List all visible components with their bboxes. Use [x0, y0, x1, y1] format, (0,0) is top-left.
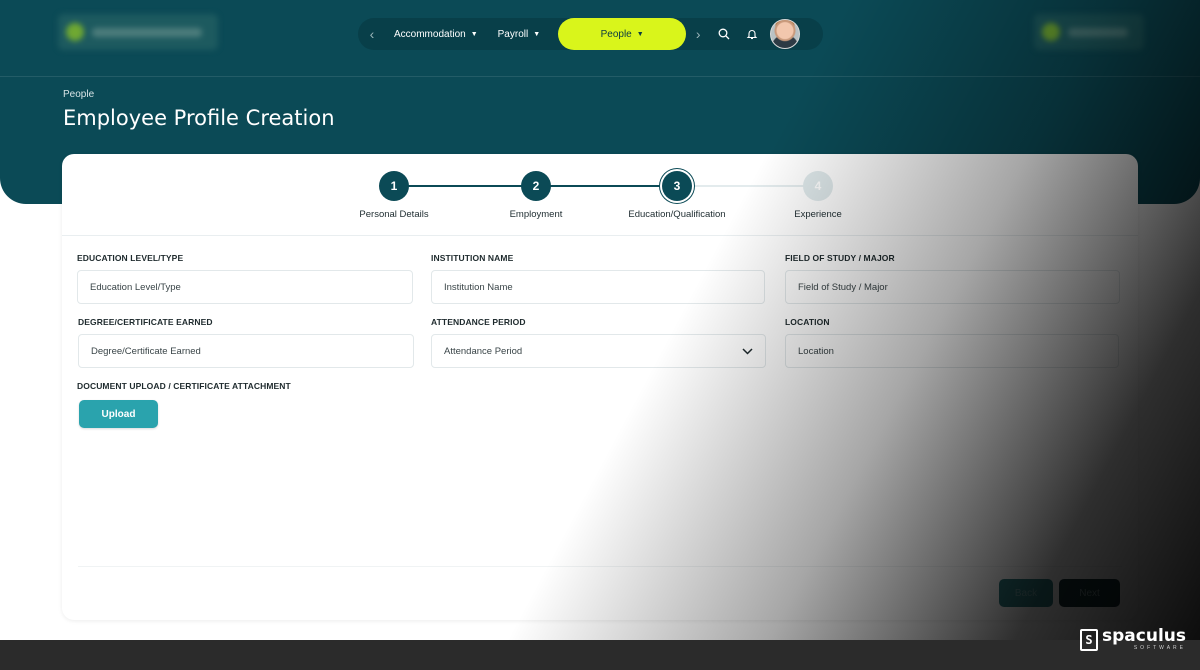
brand-watermark: S spaculus SOFTWARE [1080, 628, 1186, 651]
next-button[interactable]: Next [1059, 579, 1120, 607]
nav-item-accommodation[interactable]: Accommodation ▼ [384, 18, 488, 50]
step-number: 1 [379, 171, 409, 201]
location-group: LOCATION Location [785, 317, 1119, 368]
step-label: Education/Qualification [628, 209, 726, 220]
nav-item-payroll[interactable]: Payroll ▼ [488, 18, 551, 50]
header-divider [0, 76, 1200, 77]
degree-input[interactable]: Degree/Certificate Earned [78, 334, 414, 368]
location-input[interactable]: Location [785, 334, 1119, 368]
chevron-right-icon[interactable]: › [686, 26, 710, 42]
footer-divider [78, 566, 1122, 567]
company-logo-blurred[interactable] [58, 14, 218, 50]
step-experience[interactable]: 4 Experience [748, 154, 888, 220]
chevron-down-icon [742, 347, 753, 355]
institution-input[interactable]: Institution Name [431, 270, 765, 304]
field-label: LOCATION [785, 317, 830, 327]
step-label: Personal Details [359, 209, 429, 220]
stepper: 1 Personal Details 2 Employment 3 Educat… [62, 154, 1138, 236]
field-label: DEGREE/CERTIFICATE EARNED [78, 317, 213, 327]
nav-item-label: Accommodation [394, 28, 466, 40]
field-label: INSTITUTION NAME [431, 253, 514, 263]
institution-group: INSTITUTION NAME Institution Name [431, 253, 765, 304]
brand-subtitle: SOFTWARE [1133, 645, 1186, 651]
step-number: 2 [521, 171, 551, 201]
bell-icon[interactable] [738, 28, 766, 40]
step-label: Experience [794, 209, 842, 220]
caret-down-icon: ▼ [470, 30, 478, 38]
attendance-group: ATTENDANCE PERIOD Attendance Period [431, 317, 766, 368]
nav-item-people[interactable]: People ▼ [558, 18, 687, 50]
field-of-study-input[interactable]: Field of Study / Major [785, 270, 1120, 304]
document-upload-group: DOCUMENT UPLOAD / CERTIFICATE ATTACHMENT [77, 381, 437, 391]
page-title: Employee Profile Creation [63, 106, 335, 130]
chevron-left-icon[interactable]: ‹ [360, 26, 384, 42]
education-level-group: EDUCATION LEVEL/TYPE Education Level/Typ… [77, 253, 413, 304]
client-logo-blurred[interactable] [1034, 14, 1144, 50]
nav-item-label: Payroll [497, 28, 529, 40]
field-label: EDUCATION LEVEL/TYPE [77, 253, 184, 263]
upload-button[interactable]: Upload [79, 400, 158, 428]
bottom-bar [0, 640, 1200, 670]
step-number: 3 [662, 171, 692, 201]
breadcrumb[interactable]: People [63, 89, 94, 100]
caret-down-icon: ▼ [533, 30, 541, 38]
caret-down-icon: ▼ [636, 30, 644, 38]
profile-form-card: 1 Personal Details 2 Employment 3 Educat… [62, 154, 1138, 620]
field-of-study-group: FIELD OF STUDY / MAJOR Field of Study / … [785, 253, 1120, 304]
brand-name: spaculus [1102, 626, 1186, 646]
degree-group: DEGREE/CERTIFICATE EARNED Degree/Certifi… [78, 317, 414, 368]
step-employment[interactable]: 2 Employment [466, 154, 606, 220]
step-personal-details[interactable]: 1 Personal Details [324, 154, 464, 220]
field-label: FIELD OF STUDY / MAJOR [785, 253, 895, 263]
field-label: DOCUMENT UPLOAD / CERTIFICATE ATTACHMENT [77, 381, 291, 391]
brand-logo-icon: S [1080, 628, 1098, 651]
search-icon[interactable] [710, 28, 738, 40]
step-education[interactable]: 3 Education/Qualification [607, 154, 747, 220]
attendance-period-select[interactable]: Attendance Period [431, 334, 766, 368]
step-label: Employment [509, 209, 563, 220]
user-avatar[interactable] [770, 19, 801, 49]
field-label: ATTENDANCE PERIOD [431, 317, 526, 327]
education-level-input[interactable]: Education Level/Type [77, 270, 413, 304]
step-number: 4 [803, 171, 833, 201]
nav-item-label: People [600, 28, 632, 40]
back-button[interactable]: Back [999, 579, 1053, 607]
select-value: Attendance Period [444, 345, 523, 357]
main-nav: ‹ Accommodation ▼ Payroll ▼ People ▼ › [358, 18, 823, 50]
